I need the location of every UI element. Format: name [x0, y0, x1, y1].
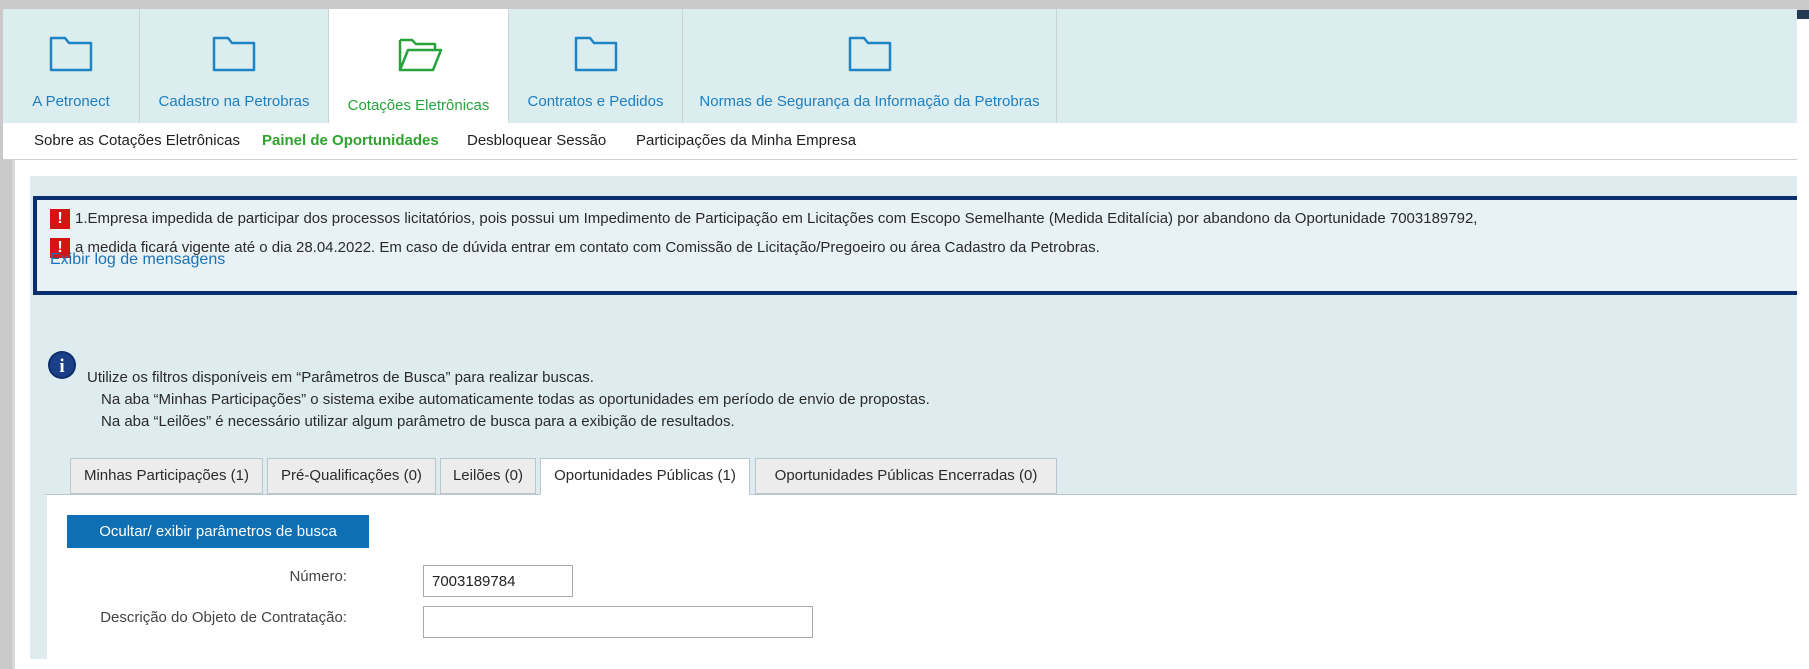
tab-leiloes[interactable]: Leilões (0)	[440, 458, 536, 494]
tab-oportunidades-publicas[interactable]: Oportunidades Públicas (1)	[540, 458, 750, 495]
error-message: ! 1.Empresa impedida de participar dos pr…	[50, 209, 1477, 229]
sub-nav-desbloquear-sessao[interactable]: Desbloquear Sessão	[467, 132, 606, 149]
descricao-input[interactable]	[423, 606, 813, 638]
opportunity-tabs: Minhas Participações (1) Pré-Qualificaçõ…	[45, 458, 1797, 495]
message-log-link[interactable]: Exibir log de mensagens	[50, 251, 225, 269]
error-message-text: 1.Empresa impedida de participar dos pro…	[75, 209, 1478, 227]
tab-cotacoes-eletronicas[interactable]: Cotações Eletrônicas	[329, 9, 509, 124]
tab-oportunidades-encerradas[interactable]: Oportunidades Públicas Encerradas (0)	[755, 458, 1057, 494]
folder-icon	[574, 36, 617, 72]
sub-nav-participacoes-empresa[interactable]: Participações da Minha Empresa	[636, 132, 856, 149]
sub-nav-painel-oportunidades[interactable]: Painel de Oportunidades	[262, 132, 439, 149]
tab-contratos-e-pedidos[interactable]: Contratos e Pedidos	[509, 9, 683, 123]
sub-nav-sobre-cotacoes[interactable]: Sobre as Cotações Eletrônicas	[34, 132, 240, 149]
folder-open-icon	[398, 38, 442, 72]
error-icon: !	[50, 209, 70, 229]
info-text: Na aba “Leilões” é necessário utilizar a…	[101, 413, 735, 430]
tab-minhas-participacoes[interactable]: Minhas Participações (1)	[70, 458, 263, 494]
tab-cadastro-na-petrobras[interactable]: Cadastro na Petrobras	[140, 9, 329, 123]
descricao-label: Descrição do Objeto de Contratação:	[100, 609, 347, 626]
info-text: Na aba “Minhas Participações” o sistema …	[101, 391, 930, 408]
tab-label: Contratos e Pedidos	[527, 93, 664, 110]
tab-normas-de-seguranca[interactable]: Normas de Segurança da Informação da Pet…	[683, 9, 1057, 123]
toggle-search-params-button[interactable]: Ocultar/ exibir parâmetros de busca	[67, 515, 369, 548]
info-icon: i	[48, 351, 76, 379]
tab-label: Cadastro na Petrobras	[158, 93, 310, 110]
numero-input[interactable]	[423, 565, 573, 597]
tab-a-petronect[interactable]: A Petronect	[3, 9, 140, 123]
folder-icon	[212, 36, 256, 72]
tab-label: Cotações Eletrônicas	[347, 97, 490, 114]
info-icon-glyph: i	[59, 356, 64, 377]
tab-label: Normas de Segurança da Informação da Pet…	[699, 93, 1040, 110]
numero-label: Número:	[289, 568, 347, 585]
search-panel: Ocultar/ exibir parâmetros de busca Núme…	[47, 495, 1797, 669]
tab-pre-qualificacoes[interactable]: Pré-Qualificações (0)	[267, 458, 436, 494]
error-message-text: a medida ficará vigente até o dia 28.04.…	[75, 238, 1100, 256]
message-box: ! 1.Empresa impedida de participar dos pr…	[33, 196, 1797, 295]
main-tab-strip: A Petronect Cadastro na Petrobras Cotaçõ…	[3, 9, 1797, 124]
folder-icon	[49, 36, 93, 72]
sub-nav: Sobre as Cotações Eletrônicas Painel de …	[3, 123, 1797, 160]
info-text: Utilize os filtros disponíveis em “Parâm…	[87, 369, 594, 386]
tab-label: A Petronect	[32, 93, 110, 110]
folder-icon	[848, 36, 891, 72]
